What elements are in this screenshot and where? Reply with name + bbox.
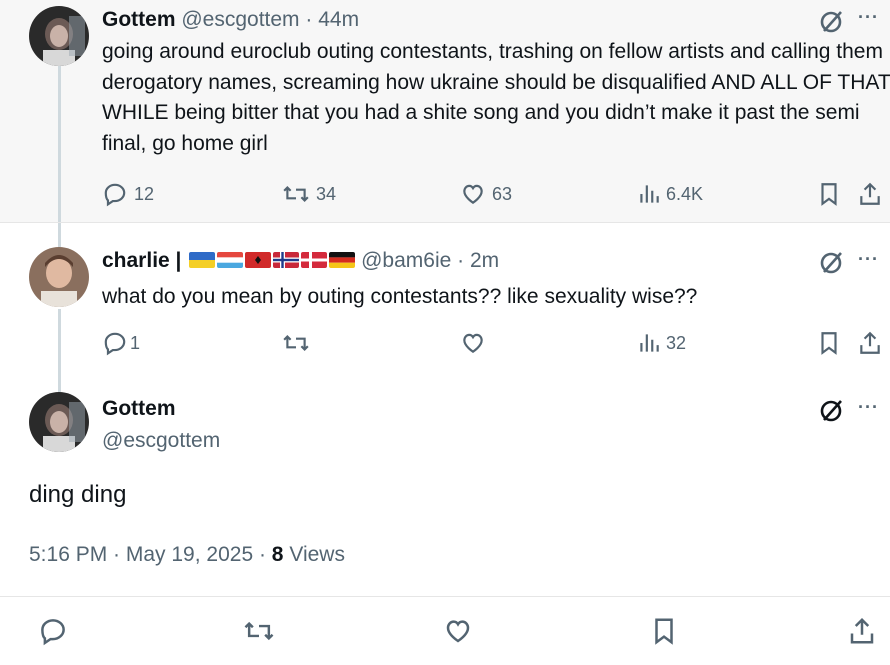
like-count: 63 xyxy=(492,183,513,204)
flag-norway-icon xyxy=(273,252,300,268)
tweet-text: going around euroclub outing contestants… xyxy=(102,40,890,155)
handle[interactable]: @escgottem xyxy=(102,429,220,453)
bookmark-icon xyxy=(821,332,837,355)
views-count: 32 xyxy=(666,332,687,353)
tweet-text: what do you mean by outing contestants??… xyxy=(102,285,698,308)
reply-icon xyxy=(41,619,65,646)
like-icon xyxy=(463,184,483,204)
views-count: 6.4K xyxy=(666,183,704,204)
flag-ukraine-icon xyxy=(189,252,216,268)
thread-line xyxy=(58,223,61,247)
like-icon xyxy=(463,333,483,353)
display-name[interactable]: charlie | xyxy=(102,249,181,272)
bookmark-button[interactable] xyxy=(818,181,840,207)
repost-button[interactable]: 34 xyxy=(282,181,336,207)
more-options-button[interactable]: ··· xyxy=(858,397,879,418)
like-button[interactable]: 63 xyxy=(460,181,512,207)
tweet-header: Gottem @escgottem · 44m xyxy=(102,8,359,32)
flag-luxembourg-icon xyxy=(217,252,244,268)
reply-count: 12 xyxy=(134,183,155,204)
handle[interactable]: @escgottem xyxy=(181,8,299,31)
tweet-header: Gottem @escgottem xyxy=(102,397,220,453)
share-icon xyxy=(860,331,880,354)
timestamp[interactable]: 2m xyxy=(470,249,499,272)
views-button[interactable]: 32 xyxy=(638,330,686,356)
reply-icon xyxy=(104,183,126,207)
like-button[interactable] xyxy=(460,330,492,356)
share-button[interactable] xyxy=(848,616,876,646)
repost-button[interactable] xyxy=(243,616,275,646)
share-icon xyxy=(850,617,874,644)
tweet-timestamp[interactable]: 5:16 PM · May 19, 2025 · xyxy=(29,543,272,566)
more-options-button[interactable]: ··· xyxy=(858,7,879,28)
avatar[interactable] xyxy=(29,392,89,452)
thread-line xyxy=(58,372,61,392)
separator: · xyxy=(457,249,465,272)
flag-albania-icon xyxy=(245,252,272,268)
grok-icon[interactable] xyxy=(818,8,846,36)
avatar[interactable] xyxy=(29,247,89,307)
tweet-header: charlie | @bam6ie · 2m xyxy=(102,249,499,273)
views-icon xyxy=(640,334,659,352)
tweet-2[interactable]: charlie | @bam6ie · 2m ··· what do you m… xyxy=(0,222,890,373)
flag-denmark-icon xyxy=(301,252,328,268)
repost-icon xyxy=(283,186,309,202)
views-button[interactable]: 6.4K xyxy=(638,181,703,207)
grok-icon[interactable] xyxy=(818,249,846,277)
action-bar: 1 32 xyxy=(0,327,890,361)
repost-icon xyxy=(283,335,309,351)
action-bar xyxy=(0,616,890,650)
divider xyxy=(0,596,890,597)
handle[interactable]: @bam6ie xyxy=(361,249,451,272)
reply-icon xyxy=(104,332,126,356)
views-label: Views xyxy=(283,543,345,566)
bookmark-button[interactable] xyxy=(818,330,840,356)
more-options-button[interactable]: ··· xyxy=(858,249,879,270)
tweet-text: ding ding xyxy=(29,481,127,508)
repost-button[interactable] xyxy=(282,330,316,356)
reply-count: 1 xyxy=(130,332,141,353)
views-count: 8 xyxy=(271,543,284,566)
flag-germany-icon xyxy=(329,252,356,268)
share-icon xyxy=(860,182,880,205)
like-button[interactable] xyxy=(443,616,473,646)
repost-icon xyxy=(244,621,274,641)
tweet-meta: 5:16 PM · May 19, 2025 · 8 Views xyxy=(29,543,345,567)
share-button[interactable] xyxy=(858,330,882,356)
bookmark-button[interactable] xyxy=(651,616,677,646)
bookmark-icon xyxy=(821,183,837,206)
action-bar: 12 34 63 6.4K xyxy=(0,178,890,212)
grok-icon[interactable] xyxy=(818,397,846,425)
repost-count: 34 xyxy=(316,183,337,204)
tweet-3-focused[interactable]: Gottem @escgottem ··· ding ding 5:16 PM … xyxy=(0,372,890,665)
bookmark-icon xyxy=(655,618,673,645)
reply-button[interactable] xyxy=(38,616,68,646)
like-icon xyxy=(446,620,470,643)
share-button[interactable] xyxy=(858,181,882,207)
reply-button[interactable]: 1 xyxy=(102,330,140,356)
timestamp[interactable]: 44m xyxy=(318,8,359,31)
views-icon xyxy=(640,185,659,203)
separator: · xyxy=(305,8,313,31)
display-name[interactable]: Gottem xyxy=(102,8,176,31)
tweet-1[interactable]: Gottem @escgottem · 44m ··· going around… xyxy=(0,0,890,222)
reply-button[interactable]: 12 xyxy=(102,181,154,207)
avatar[interactable] xyxy=(29,6,89,66)
display-name[interactable]: Gottem xyxy=(102,397,220,421)
